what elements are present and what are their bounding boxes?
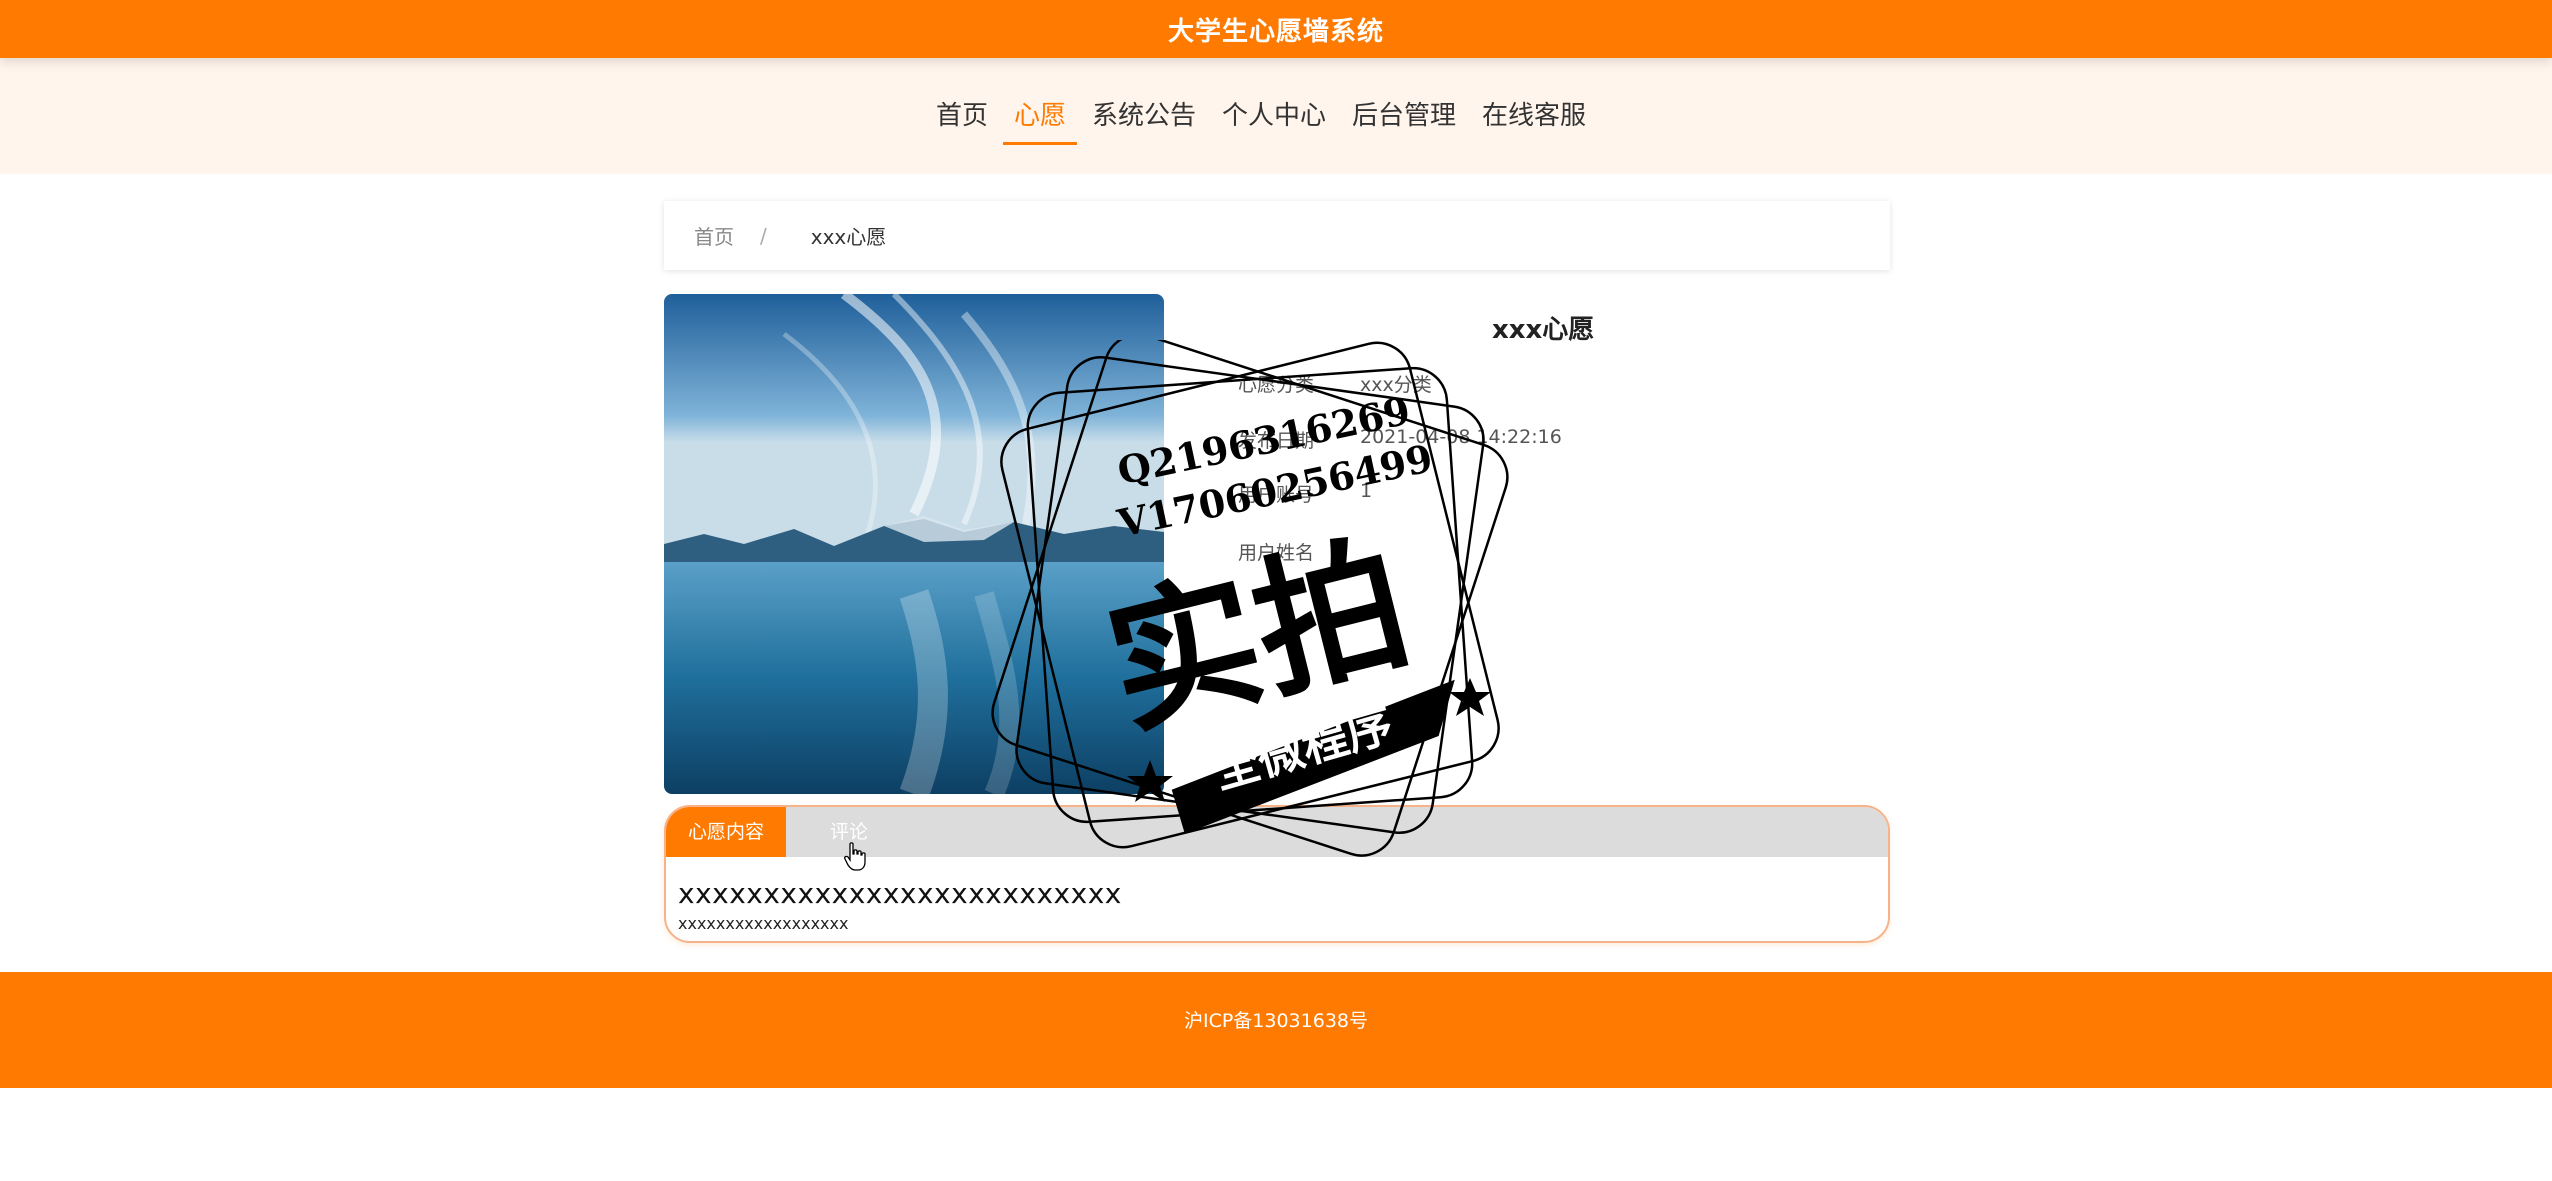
meta-key: 用户姓名	[1238, 542, 1315, 564]
meta-key: 心愿分类	[1238, 374, 1315, 396]
icp-license-link[interactable]: 沪ICP备13031638号	[1184, 1006, 1368, 1088]
breadcrumb-home-link[interactable]: 首页	[694, 221, 734, 250]
meta-value: 2021-04-08 14:22:16	[1360, 426, 1562, 448]
breadcrumb-separator: /	[760, 223, 767, 248]
meta-value: xxx分类	[1360, 374, 1432, 396]
title-bar: 大学生心愿墙系统	[0, 0, 2552, 58]
meta-row-name: 用户姓名	[1238, 538, 1360, 565]
hand-cursor-icon	[844, 842, 866, 871]
main-nav: 首页 心愿 系统公告 个人中心 后台管理 在线客服	[0, 58, 2552, 174]
page: 大学生心愿墙系统 首页 心愿 系统公告 个人中心 后台管理 在线客服 首页 / …	[0, 0, 2552, 1181]
footer: 沪ICP备13031638号	[0, 972, 2552, 1088]
wish-title: xxx心愿	[1492, 315, 1595, 345]
tab-wish-content[interactable]: 心愿内容	[666, 807, 787, 857]
meta-value: 1	[1360, 480, 1373, 502]
wish-content-body: xxxxxxxxxxxxxxxxxx	[678, 914, 849, 933]
site-title: 大学生心愿墙系统	[1167, 16, 1384, 47]
wish-image	[664, 294, 1164, 794]
nav-item-support[interactable]: 在线客服	[1469, 87, 1599, 145]
nav-item-home[interactable]: 首页	[923, 87, 1001, 145]
watermark-banner-text: 全微程序	[1206, 696, 1399, 800]
wish-tabs-panel: 心愿内容 评论 xxxxxxxxxxxxxxxxxxxxxxxxxx xxxxx…	[664, 805, 1890, 943]
meta-row-account: 用户账号 1	[1238, 480, 1372, 507]
breadcrumb-current: xxx心愿	[810, 225, 887, 249]
nav-item-announcements[interactable]: 系统公告	[1079, 87, 1209, 145]
tab-comments[interactable]: 评论	[786, 807, 890, 857]
nav-item-profile[interactable]: 个人中心	[1209, 87, 1339, 145]
meta-key: 发布日期	[1238, 430, 1315, 452]
meta-row-category: 心愿分类 xxx分类	[1238, 370, 1432, 397]
meta-key: 用户账号	[1238, 484, 1315, 506]
wish-content-title: xxxxxxxxxxxxxxxxxxxxxxxxxx	[678, 877, 1122, 910]
nav-item-wishes[interactable]: 心愿	[1001, 87, 1079, 145]
lake-mountain-image	[664, 294, 1164, 794]
breadcrumb: 首页 / xxx心愿	[664, 201, 1890, 270]
nav-item-admin[interactable]: 后台管理	[1339, 87, 1469, 145]
meta-row-date: 发布日期 2021-04-08 14:22:16	[1238, 426, 1562, 453]
